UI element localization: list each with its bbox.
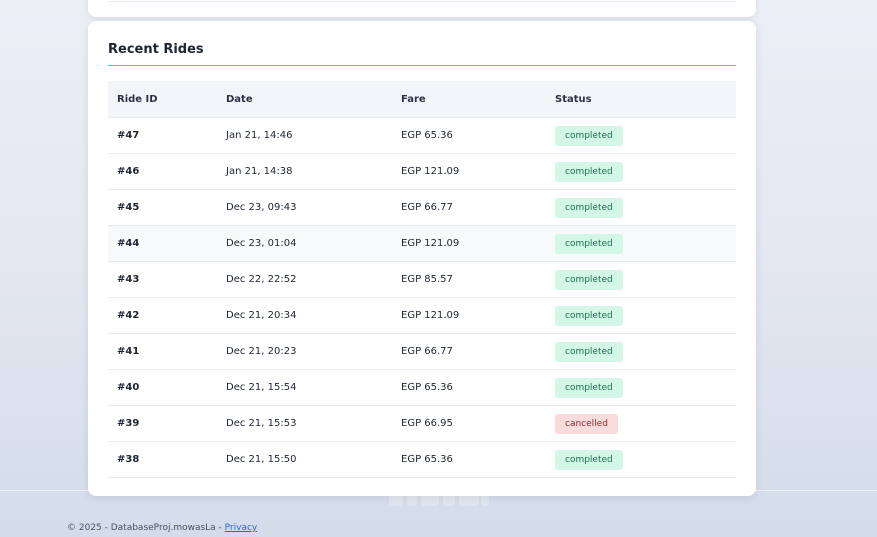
fare-cell: EGP 65.36 [401, 454, 453, 465]
fare-cell: EGP 85.57 [401, 274, 453, 285]
date-cell: Dec 21, 15:53 [226, 418, 297, 429]
footer-copyright: © 2025 - DatabaseProj.mowasLa - [67, 523, 225, 533]
ride-id-cell: #38 [117, 454, 140, 465]
status-cell: completed [555, 377, 736, 398]
date-cell: Dec 21, 15:50 [226, 454, 297, 465]
date-cell: Jan 21, 14:46 [226, 130, 293, 141]
status-badge: completed [555, 233, 623, 254]
table-row: #44 Dec 23, 01:04 EGP 121.09 completed [108, 226, 736, 262]
fare-cell: EGP 66.95 [401, 418, 453, 429]
date-cell: Dec 23, 09:43 [226, 202, 297, 213]
status-badge: completed [555, 341, 623, 362]
status-badge: completed [555, 377, 623, 398]
table-row: #46 Jan 21, 14:38 EGP 121.09 completed [108, 154, 736, 190]
ride-id-cell: #41 [117, 346, 140, 357]
table-row: #42 Dec 21, 20:34 EGP 121.09 completed [108, 298, 736, 334]
table-row: #45 Dec 23, 09:43 EGP 66.77 completed [108, 190, 736, 226]
status-cell: completed [555, 341, 736, 362]
logo-watermark-icon [389, 482, 489, 506]
status-badge: completed [555, 449, 623, 470]
header-ride-id: Ride ID [117, 93, 158, 105]
ride-id-cell: #44 [117, 238, 140, 249]
status-badge: completed [555, 197, 623, 218]
status-cell: completed [555, 161, 736, 182]
table-header: Ride ID Date Fare Status [108, 81, 736, 118]
date-cell: Dec 21, 20:23 [226, 346, 297, 357]
header-fare: Fare [401, 93, 426, 105]
status-cell: cancelled [555, 413, 736, 434]
fare-cell: EGP 66.77 [401, 346, 453, 357]
footer: © 2025 - DatabaseProj.mowasLa - Privacy [67, 523, 257, 533]
status-cell: completed [555, 305, 736, 326]
fare-cell: EGP 65.36 [401, 130, 453, 141]
status-badge: completed [555, 125, 623, 146]
divider [108, 1, 736, 2]
date-cell: Dec 21, 15:54 [226, 382, 297, 393]
status-cell: completed [555, 269, 736, 290]
fare-cell: EGP 121.09 [401, 310, 460, 321]
date-cell: Dec 21, 20:34 [226, 310, 297, 321]
header-date: Date [226, 93, 253, 105]
fare-cell: EGP 66.77 [401, 202, 453, 213]
status-badge: completed [555, 161, 623, 182]
recent-rides-card: Recent Rides Ride ID Date Fare Status #4… [88, 21, 756, 496]
status-cell: completed [555, 125, 736, 146]
table-row: #41 Dec 21, 20:23 EGP 66.77 completed [108, 334, 736, 370]
ride-id-cell: #45 [117, 202, 140, 213]
ride-id-cell: #40 [117, 382, 140, 393]
table-row: #38 Dec 21, 15:50 EGP 65.36 completed [108, 442, 736, 478]
ride-id-cell: #47 [117, 130, 140, 141]
ride-id-cell: #39 [117, 418, 140, 429]
date-cell: Dec 22, 22:52 [226, 274, 297, 285]
privacy-link[interactable]: Privacy [225, 523, 258, 533]
status-badge: completed [555, 269, 623, 290]
section-title: Recent Rides [108, 42, 204, 57]
ride-id-cell: #42 [117, 310, 140, 321]
ride-id-cell: #46 [117, 166, 140, 177]
title-underline [108, 65, 736, 66]
table-row: #47 Jan 21, 14:46 EGP 65.36 completed [108, 118, 736, 154]
date-cell: Dec 23, 01:04 [226, 238, 297, 249]
header-status: Status [555, 93, 592, 105]
ride-id-cell: #43 [117, 274, 140, 285]
table-row: #40 Dec 21, 15:54 EGP 65.36 completed [108, 370, 736, 406]
fare-cell: EGP 121.09 [401, 238, 460, 249]
status-badge: completed [555, 305, 623, 326]
status-cell: completed [555, 449, 736, 470]
footer-divider [0, 490, 877, 491]
previous-card [88, 0, 756, 17]
status-cell: completed [555, 197, 736, 218]
table-row: #39 Dec 21, 15:53 EGP 66.95 cancelled [108, 406, 736, 442]
table-body: #47 Jan 21, 14:46 EGP 65.36 completed #46 Jan… [108, 118, 736, 478]
table-row: #43 Dec 22, 22:52 EGP 85.57 completed [108, 262, 736, 298]
status-badge: cancelled [555, 413, 618, 434]
rides-table: Ride ID Date Fare Status #47 Jan 21, 14:4… [108, 81, 736, 478]
date-cell: Jan 21, 14:38 [226, 166, 293, 177]
status-cell: completed [555, 233, 736, 254]
fare-cell: EGP 65.36 [401, 382, 453, 393]
fare-cell: EGP 121.09 [401, 166, 460, 177]
